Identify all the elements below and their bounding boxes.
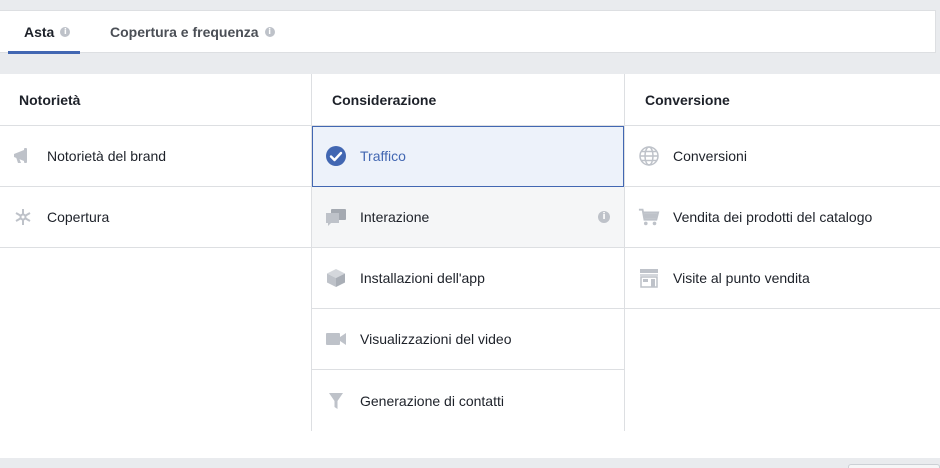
objective-label: Notorietà del brand [47,148,167,164]
objective-label: Generazione di contatti [360,392,504,409]
info-icon[interactable]: i [598,211,610,223]
objective-label: Vendita dei prodotti del catalogo [673,209,873,225]
tab-label: Asta [24,24,55,40]
tab-asta[interactable]: Asta i [8,11,81,54]
objective-generazione-contatti[interactable]: Generazione di contatti [312,370,624,431]
objective-label: Installazioni dell'app [360,270,485,286]
objective-installazioni-app[interactable]: Installazioni dell'app [312,248,624,309]
column-title: Conversione [625,74,940,126]
shopping-cart-icon [638,206,660,228]
info-icon[interactable]: i [60,27,71,37]
page-background-strip [0,458,940,468]
objective-label: Visite al punto vendita [673,270,810,286]
globe-icon [638,145,660,167]
objective-visualizzazioni-video[interactable]: Visualizzazioni del video [312,309,624,370]
tab-copertura-e-frequenza[interactable]: Copertura e frequenza i [110,11,275,53]
chat-bubbles-icon [325,206,347,228]
partially-visible-button[interactable] [848,464,940,468]
objective-grid: Notorietà Notorietà del brand Copertura … [0,74,940,458]
objective-tabs-bar: Asta i Copertura e frequenza i [0,10,936,54]
column-title: Considerazione [312,74,624,126]
objective-label: Visualizzazioni del video [360,331,512,347]
objective-label: Interazione [360,209,430,225]
objective-vendita-prodotti-catalogo[interactable]: Vendita dei prodotti del catalogo [625,187,940,248]
objective-interazione[interactable]: Interazione i [312,187,624,248]
objective-label: Traffico [360,148,406,164]
checkmark-circle-icon [325,145,347,167]
store-icon [638,267,660,289]
video-camera-icon [325,328,347,350]
funnel-icon [325,390,347,412]
objective-visite-punto-vendita[interactable]: Visite al punto vendita [625,248,940,309]
megaphone-icon [12,145,34,167]
info-icon[interactable]: i [264,27,275,37]
objective-notorieta-del-brand[interactable]: Notorietà del brand [0,126,311,187]
column-title: Notorietà [0,74,311,126]
reach-icon [12,206,34,228]
column-conversione: Conversione Conversioni Vendita dei prod… [625,74,940,309]
objective-label: Conversioni [673,148,747,164]
objective-traffico[interactable]: Traffico [312,126,624,187]
cube-icon [325,267,347,289]
column-notorieta: Notorietà Notorietà del brand Copertura [0,74,311,248]
objective-copertura[interactable]: Copertura [0,187,311,248]
objective-label: Copertura [47,209,110,225]
column-considerazione: Considerazione Traffico Interazione i In… [311,74,625,431]
tab-label: Copertura e frequenza [110,24,259,40]
objective-conversioni[interactable]: Conversioni [625,126,940,187]
